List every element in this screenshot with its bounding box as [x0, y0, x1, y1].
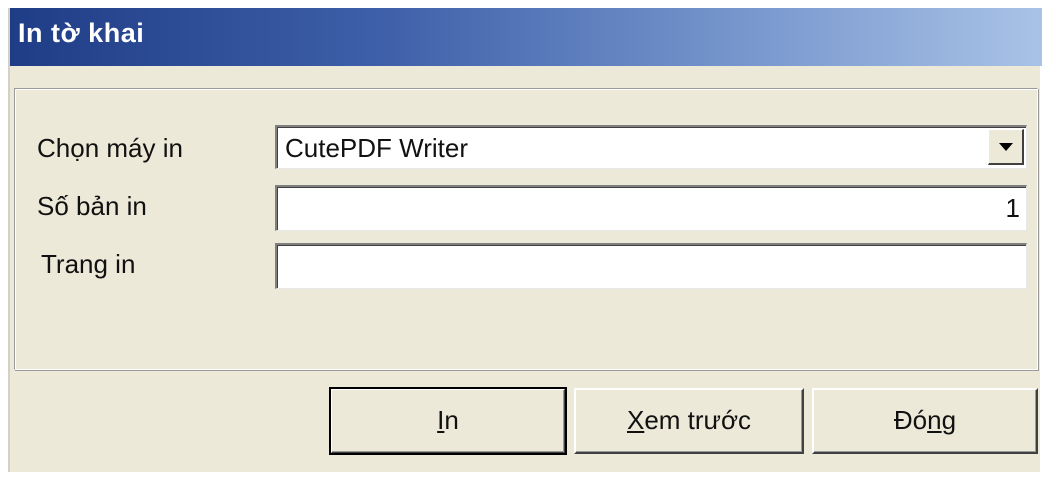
- copies-label: Số bản in: [37, 191, 147, 221]
- printer-select-value: CutePDF Writer: [285, 133, 468, 163]
- printer-select[interactable]: CutePDF Writer: [275, 125, 1027, 169]
- close-button[interactable]: Đóng: [812, 388, 1038, 454]
- print-button[interactable]: In: [329, 387, 567, 455]
- close-button-label-end: g: [941, 405, 957, 435]
- close-button-label-start: Đó: [893, 405, 928, 435]
- preview-button[interactable]: Xem trước: [574, 388, 804, 454]
- copies-input[interactable]: 1: [275, 185, 1027, 231]
- pages-input[interactable]: [275, 243, 1027, 289]
- title-bar[interactable]: In tờ khai: [10, 8, 1042, 66]
- preview-button-mnemonic: X: [626, 405, 645, 435]
- window-title: In tờ khai: [18, 18, 145, 48]
- chevron-down-icon: [999, 143, 1013, 151]
- preview-button-label: em trước: [644, 405, 752, 435]
- printer-label: Chọn máy in: [37, 133, 183, 163]
- printer-dropdown-button[interactable]: [988, 129, 1024, 165]
- print-button-label: n: [444, 405, 459, 435]
- copies-input-value: 1: [1005, 193, 1020, 223]
- print-options-group: Chọn máy in CutePDF Writer Số bản in 1 T…: [14, 88, 1038, 370]
- close-button-mnemonic: n: [927, 405, 942, 435]
- pages-label: Trang in: [41, 249, 136, 279]
- print-dialog: In tờ khai Chọn máy in CutePDF Writer Số…: [8, 8, 1042, 472]
